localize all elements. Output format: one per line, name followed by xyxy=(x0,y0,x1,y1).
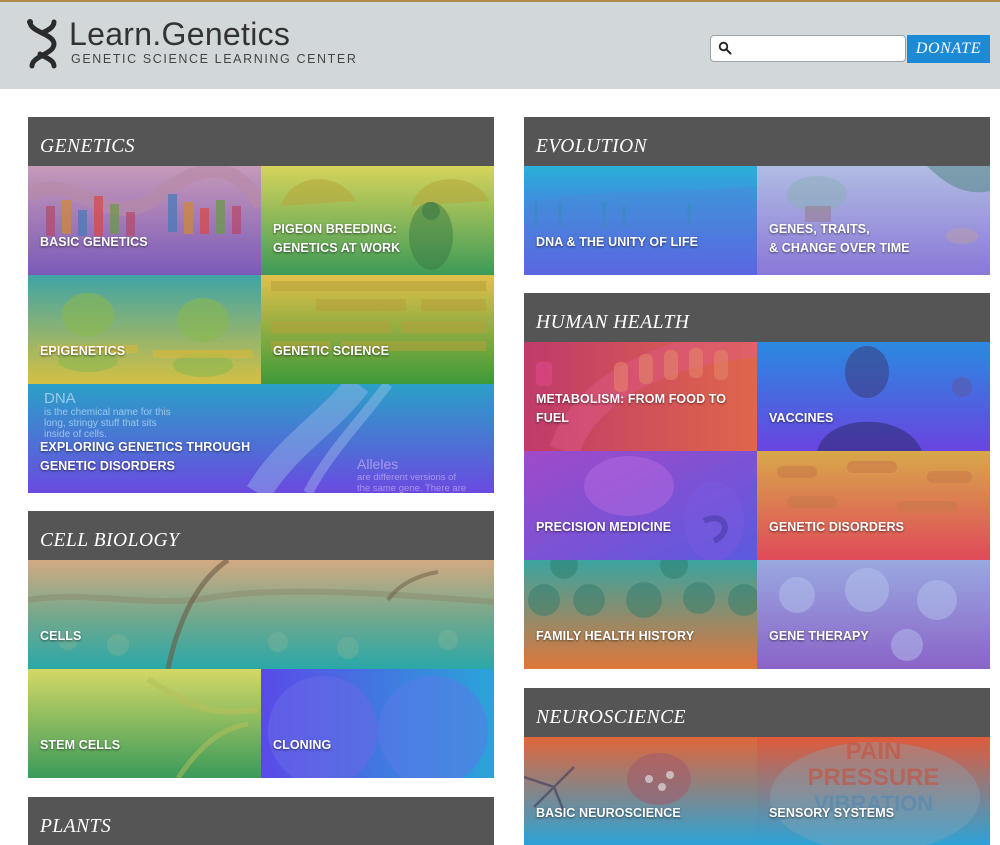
tile-label: PIGEON BREEDING: GENETICS AT WORK xyxy=(273,220,400,257)
tile-epigenetics[interactable]: EPIGENETICS xyxy=(28,275,261,384)
tile-genetic-disorders[interactable]: GENETIC DISORDERS xyxy=(757,451,990,560)
section-title-neuroscience[interactable]: NEUROSCIENCE xyxy=(524,688,990,737)
dna-art-title: DNA xyxy=(44,390,76,407)
dna-art-line2: long, stringy stuff that sits xyxy=(44,418,157,429)
tile-label: GENETIC DISORDERS xyxy=(769,519,905,534)
dividing-cell-illustration xyxy=(261,669,494,778)
section-title-evolution[interactable]: EVOLUTION xyxy=(524,117,990,166)
tile-label: BASIC NEUROSCIENCE xyxy=(536,805,681,820)
site-subtitle: GENETIC SCIENCE LEARNING CENTER xyxy=(71,52,358,66)
site-title[interactable]: Learn.Genetics xyxy=(69,16,290,53)
tile-genes-traits-change[interactable]: GENES, TRAITS, & CHANGE OVER TIME xyxy=(757,166,990,275)
tile-pigeon-breeding[interactable]: PIGEON BREEDING: GENETICS AT WORK xyxy=(261,166,494,275)
search-box[interactable] xyxy=(710,35,906,62)
tile-label: SENSORY SYSTEMS xyxy=(769,805,895,820)
tile-label: METABOLISM: FROM FOOD TO FUEL xyxy=(536,392,727,425)
section-genetics: GENETICS BASIC GENETICS PIGEON BREEDING:… xyxy=(28,117,494,493)
tile-label: GENES, TRAITS, & CHANGE OVER TIME xyxy=(769,220,910,257)
alleles-art-line2: the same gene. There are xyxy=(357,483,467,493)
search-icon[interactable] xyxy=(718,41,732,55)
alleles-art-title: Alleles xyxy=(357,456,399,472)
section-neuroscience: NEUROSCIENCE BASIC NEUROSCIENCE PAIN PRE… xyxy=(524,688,990,845)
viruses-illustration xyxy=(757,560,990,669)
dishes-illustration xyxy=(524,560,757,669)
dna-helix-illustration xyxy=(28,166,261,275)
chromosomes-illustration xyxy=(757,451,990,560)
section-title-human-health[interactable]: HUMAN HEALTH xyxy=(524,293,990,342)
tile-label: VACCINES xyxy=(769,410,834,425)
tile-label-line2: & CHANGE OVER TIME xyxy=(769,240,910,255)
tile-sensory-systems[interactable]: PAIN PRESSURE VIBRATION SENSORY SYSTEMS xyxy=(757,737,990,845)
tile-gene-therapy[interactable]: GENE THERAPY xyxy=(757,560,990,669)
tile-metabolism[interactable]: METABOLISM: FROM FOOD TO FUEL xyxy=(524,342,757,451)
tile-family-health-history[interactable]: FAMILY HEALTH HISTORY xyxy=(524,560,757,669)
alleles-art-text: Alleles are different versions of the sa… xyxy=(357,456,466,493)
tile-label: PRECISION MEDICINE xyxy=(536,519,672,534)
dna-art-text: DNA is the chemical name for this long, … xyxy=(44,390,171,440)
tile-label-line1: PIGEON BREEDING: xyxy=(273,222,397,236)
tile-label: GENE THERAPY xyxy=(769,628,869,643)
tile-genetic-science[interactable]: GENETIC SCIENCE xyxy=(261,275,494,384)
stem-cell-illustration xyxy=(28,669,261,778)
tile-label-line2: GENETICS AT WORK xyxy=(273,240,401,255)
tile-basic-genetics[interactable]: BASIC GENETICS xyxy=(28,166,261,275)
tile-label: FAMILY HEALTH HISTORY xyxy=(536,628,695,643)
tile-vaccines[interactable]: VACCINES xyxy=(757,342,990,451)
section-title-cell-biology[interactable]: CELL BIOLOGY xyxy=(28,511,494,560)
tile-label-line1: EXPLORING GENETICS THROUGH xyxy=(40,440,251,454)
scientist-photo xyxy=(757,342,990,451)
sensory-word-pressure: PRESSURE xyxy=(807,764,940,791)
donate-button[interactable]: DONATE xyxy=(907,35,990,63)
site-header: Learn.Genetics GENETIC SCIENCE LEARNING … xyxy=(0,2,1000,89)
tile-label: DNA & THE UNITY OF LIFE xyxy=(536,234,699,249)
dna-logo-icon[interactable] xyxy=(26,18,60,70)
section-cell-biology: CELL BIOLOGY CELLS STEM CELLS CLONING xyxy=(28,511,494,778)
section-human-health: HUMAN HEALTH METABOLISM: FROM FOOD TO FU… xyxy=(524,293,990,669)
section-title-genetics[interactable]: GENETICS xyxy=(28,117,494,166)
tile-label: EXPLORING GENETICS THROUGH GENETIC DISOR… xyxy=(40,438,250,475)
section-title-plants[interactable]: PLANTS xyxy=(28,797,494,845)
tile-label-line2: GENETIC DISORDERS xyxy=(40,458,176,473)
alleles-art-line1: are different versions of xyxy=(357,472,457,483)
cells-illustration xyxy=(524,451,757,560)
tile-basic-neuroscience[interactable]: BASIC NEUROSCIENCE xyxy=(524,737,757,845)
tile-label: GENETIC SCIENCE xyxy=(273,343,390,358)
chromatin-illustration xyxy=(28,275,261,384)
tile-stem-cells[interactable]: STEM CELLS xyxy=(28,669,261,778)
tile-label-line1: GENES, TRAITS, xyxy=(769,222,870,236)
landscape-illustration xyxy=(524,166,757,275)
tile-exploring-genetics[interactable]: DNA is the chemical name for this long, … xyxy=(28,384,494,493)
tile-precision-medicine[interactable]: PRECISION MEDICINE xyxy=(524,451,757,560)
skin-cells-illustration xyxy=(28,560,494,669)
tile-label: STEM CELLS xyxy=(40,737,121,752)
tile-label: CLONING xyxy=(273,737,332,752)
gel-bands-illustration xyxy=(261,275,494,384)
tile-cloning[interactable]: CLONING xyxy=(261,669,494,778)
section-evolution: EVOLUTION DNA & THE UNITY OF LIFE GENES,… xyxy=(524,117,990,275)
tile-dna-unity-of-life[interactable]: DNA & THE UNITY OF LIFE xyxy=(524,166,757,275)
tile-label: CELLS xyxy=(40,628,82,643)
tile-label: EPIGENETICS xyxy=(40,343,126,358)
neuron-illustration xyxy=(524,737,757,845)
tile-cells[interactable]: CELLS xyxy=(28,560,494,669)
dna-art-line1: is the chemical name for this xyxy=(44,407,171,418)
section-plants: PLANTS xyxy=(28,797,494,845)
sensory-word-pain: PAIN xyxy=(845,738,902,765)
search-input[interactable] xyxy=(737,39,901,58)
tile-label: BASIC GENETICS xyxy=(40,234,148,249)
